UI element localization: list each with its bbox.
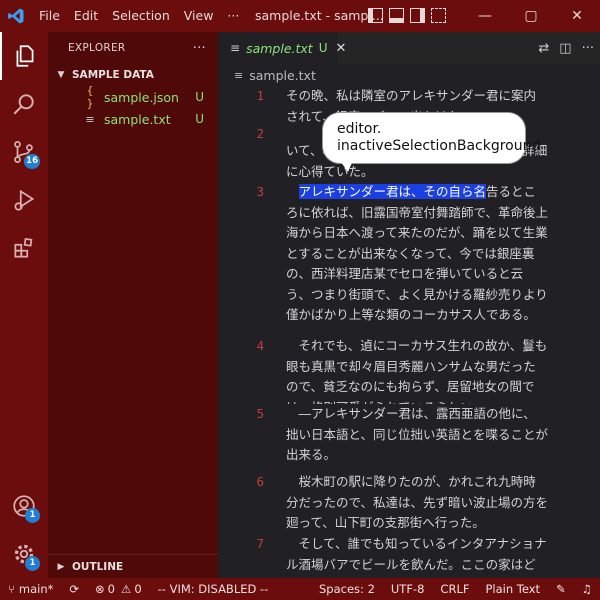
more-actions-icon[interactable]: ··· xyxy=(582,41,594,56)
accounts-badge: 1 xyxy=(25,508,40,523)
split-editor-icon[interactable]: ◫ xyxy=(559,41,571,56)
toggle-panel-icon[interactable] xyxy=(389,8,404,23)
menu-view[interactable]: View xyxy=(177,0,221,32)
menu-file[interactable]: File xyxy=(32,0,67,32)
line-number: 1 xyxy=(256,88,264,103)
menu-more[interactable]: ··· xyxy=(220,0,246,32)
git-status-badge: U xyxy=(195,112,204,126)
breadcrumb-file: sample.txt xyxy=(249,67,316,83)
line-number: 6 xyxy=(256,474,264,489)
folder-header[interactable]: ▼ SAMPLE DATA xyxy=(48,64,218,86)
warning-icon: ⚠ xyxy=(121,582,132,596)
encoding-status[interactable]: UTF-8 xyxy=(383,578,433,600)
line-text: ―アレキサンダー君は、露西亜語の他に、拙い日本語と、同じ位拙い英語とを喋ることが… xyxy=(286,406,549,462)
annotation-callout: editor. inactiveSelectionBackground xyxy=(322,112,540,164)
tab-status: U xyxy=(318,41,328,55)
title-bar: File Edit Selection View ··· sample.txt … xyxy=(0,0,600,32)
file-item-sample-txt[interactable]: ≡ sample.txt U xyxy=(48,108,218,130)
line-text: それでも、遉にコーカサス生れの故か、鬘も眼も真黒で却々眉目秀麗ハンサムな男だった… xyxy=(286,338,548,404)
error-icon: ⊗ xyxy=(95,582,105,596)
activity-bar: 16 1 1 xyxy=(0,32,48,578)
menu-selection[interactable]: Selection xyxy=(105,0,177,32)
line-text-rest: 告るところに依れば、旧露国帝室付舞踏師で、革命後上海から日本へ渡って来たのだが、… xyxy=(286,184,549,322)
line-number: 3 xyxy=(256,184,264,199)
open-changes-icon[interactable]: ⇄ xyxy=(538,41,549,56)
branch-status[interactable]: ⑂ main* xyxy=(0,578,61,600)
run-debug-icon xyxy=(14,189,35,211)
search-button[interactable] xyxy=(0,80,48,128)
explorer-button[interactable] xyxy=(0,32,48,80)
indentation-status[interactable]: Spaces: 2 xyxy=(311,578,383,600)
search-icon xyxy=(13,94,34,115)
vim-status[interactable]: -- VIM: DISABLED -- xyxy=(150,578,277,600)
tab-sample-txt[interactable]: ≡ sample.txt U ✕ xyxy=(218,32,346,64)
eol-status[interactable]: CRLF xyxy=(432,578,477,600)
language-status[interactable]: Plain Text xyxy=(477,578,548,600)
text-file-icon: ≡ xyxy=(230,41,241,55)
close-icon[interactable]: ✕ xyxy=(335,41,346,56)
outline-section[interactable]: ▶ OUTLINE xyxy=(48,554,218,578)
text-selection: アレキサンダー君は、その自ら名 xyxy=(298,184,487,199)
line-number: 5 xyxy=(256,406,264,421)
text-file-icon: ≡ xyxy=(234,68,244,82)
customize-layout-icon[interactable] xyxy=(431,8,446,23)
callout-tail xyxy=(338,158,354,172)
json-file-icon: { } xyxy=(86,84,94,110)
editor-line: 4 それでも、遉にコーカサス生れの故か、鬘も眼も真黒で却々眉目秀麗ハンサムな男だ… xyxy=(218,336,600,404)
breadcrumb[interactable]: ≡ sample.txt xyxy=(218,64,600,86)
maximize-button[interactable]: ▢ xyxy=(508,0,554,32)
sync-icon[interactable]: ⟳ xyxy=(61,578,87,600)
tab-bar: ≡ sample.txt U ✕ ⇄ ◫ ··· xyxy=(218,32,600,64)
explorer-sidebar: EXPLORER ··· ▼ SAMPLE DATA { } sample.js… xyxy=(48,32,218,578)
extensions-button[interactable] xyxy=(0,224,48,272)
files-icon xyxy=(16,45,34,67)
notifications-bell-icon[interactable]: ♫ xyxy=(574,578,600,600)
manage-button[interactable]: 1 xyxy=(0,530,48,578)
line-number: 7 xyxy=(256,536,264,551)
line-number: 4 xyxy=(256,338,264,353)
run-debug-button[interactable] xyxy=(0,176,48,224)
git-status-badge: U xyxy=(195,90,204,104)
status-bar: ⑂ main* ⟳ ⊗ 0 ⚠ 0 -- VIM: DISABLED -- Sp… xyxy=(0,578,600,600)
line-text: 桜木町の駅に降りたのが、かれこれ九時時分だったので、私達は、先ず暗い波止場の方を… xyxy=(286,474,549,530)
line-number: 2 xyxy=(256,127,264,141)
chevron-right-icon: ▶ xyxy=(57,561,65,572)
file-name: sample.txt xyxy=(104,111,171,127)
line-text: アレキサンダー君は、その自ら名告るところに依れば、旧露国帝室付舞踏師で、革命後上… xyxy=(286,182,548,326)
editor-line: 5 ―アレキサンダー君は、露西亜語の他に、拙い日本語と、同じ位拙い英語とを喋るこ… xyxy=(218,404,600,472)
close-window-button[interactable]: ✕ xyxy=(554,0,600,32)
explorer-title: EXPLORER xyxy=(68,42,126,54)
extensions-icon xyxy=(14,237,33,258)
outline-title: OUTLINE xyxy=(72,560,124,573)
editor-line: 3 アレキサンダー君は、その自ら名告るところに依れば、旧露国帝室付舞踏師で、革命… xyxy=(218,182,600,336)
vscode-logo-icon xyxy=(0,0,32,32)
text-file-icon: ≡ xyxy=(85,112,95,126)
minimize-button[interactable]: — xyxy=(462,0,508,32)
toggle-sidebar-icon[interactable] xyxy=(368,8,383,23)
explorer-more-button[interactable]: ··· xyxy=(193,41,206,56)
toggle-secondary-sidebar-icon[interactable] xyxy=(410,8,425,23)
chevron-down-icon: ▼ xyxy=(57,70,65,80)
error-count: 0 xyxy=(107,582,115,596)
menu-edit[interactable]: Edit xyxy=(67,0,105,32)
file-item-sample-json[interactable]: { } sample.json U xyxy=(48,84,218,110)
branch-name: main* xyxy=(18,582,54,596)
source-control-badge: 16 xyxy=(24,154,40,169)
folder-name: SAMPLE DATA xyxy=(72,69,154,81)
feedback-icon[interactable]: ✎ xyxy=(548,578,574,600)
file-name: sample.json xyxy=(104,89,179,105)
manage-badge: 1 xyxy=(25,556,40,571)
warning-count: 0 xyxy=(134,582,142,596)
editor-line: 6 桜木町の駅に降りたのが、かれこれ九時時分だったので、私達は、先ず暗い波止場の… xyxy=(218,472,600,534)
callout-text: editor. inactiveSelectionBackground xyxy=(337,121,541,154)
accounts-button[interactable]: 1 xyxy=(0,482,48,530)
window-title: sample.txt - sampl... xyxy=(255,8,384,23)
git-branch-icon: ⑂ xyxy=(8,582,15,596)
problems-status[interactable]: ⊗ 0 ⚠ 0 xyxy=(87,578,150,600)
tab-label: sample.txt xyxy=(246,40,313,56)
source-control-button[interactable]: 16 xyxy=(0,128,48,176)
